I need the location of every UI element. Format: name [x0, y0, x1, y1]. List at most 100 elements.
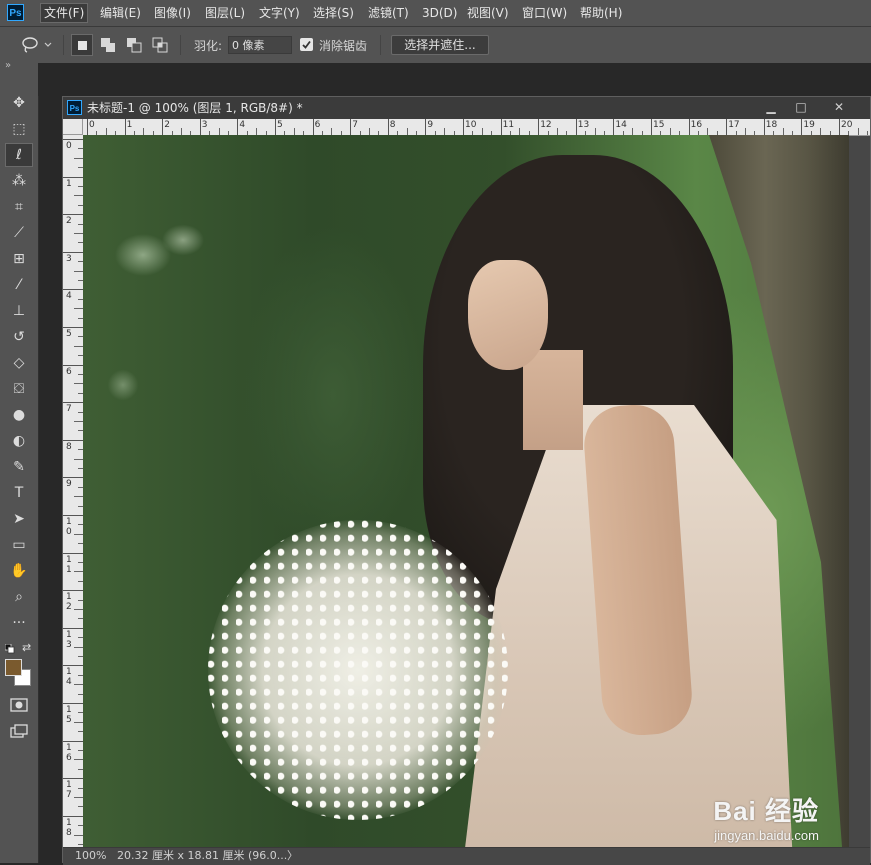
horizontal-ruler[interactable]: 0 1 2 3 4 5 6 7 8 9 10 11 12 13 14 15 16 17 18 19 20 — [83, 119, 870, 136]
subtract-from-selection-button[interactable] — [123, 34, 145, 56]
select-and-mask-button[interactable]: 选择并遮住... — [391, 35, 489, 55]
ruler-minor-tick — [74, 421, 83, 422]
ruler-origin[interactable] — [63, 119, 83, 135]
ruler-tick — [425, 119, 427, 135]
path-selection-tool-icon: ➤ — [13, 511, 25, 527]
status-menu-arrow-icon[interactable]: 〉 — [287, 848, 298, 864]
ruler-tick — [63, 327, 83, 328]
menu-edit[interactable]: 编辑(E) — [97, 4, 144, 22]
ruler-tick — [63, 251, 83, 253]
toolbar-expand-icon[interactable]: » — [5, 60, 11, 71]
image-canvas[interactable]: Bai 经验 jingyan.baidu.com — [83, 135, 849, 847]
intersect-selection-button[interactable] — [149, 34, 171, 56]
path-selection-tool[interactable]: ➤ — [5, 507, 33, 531]
hand-tool[interactable]: ✋ — [5, 559, 33, 583]
menu-select[interactable]: 选择(S) — [310, 4, 357, 22]
type-tool[interactable]: T — [5, 481, 33, 505]
ruler-minor-tick — [444, 128, 446, 135]
add-to-selection-button[interactable] — [97, 34, 119, 56]
ruler-tick — [575, 119, 577, 135]
menu-view[interactable]: 视图(V) — [464, 4, 512, 22]
ruler-minor-tick — [669, 128, 671, 135]
status-bar: 100% 20.32 厘米 x 18.81 厘米 (96.0... 〉 — [63, 847, 870, 865]
ruler-minor-tick — [74, 233, 83, 234]
document-tab[interactable]: Ps 未标题-1 @ 100% (图层 1, RGB/8#) * ▁ □ ✕ — [63, 97, 870, 119]
pen-tool[interactable]: ✎ — [5, 455, 33, 479]
ruler-label: 0 — [66, 141, 72, 151]
lasso-tool-icon: ℓ — [16, 147, 22, 163]
feather-input[interactable]: 0 像素 — [228, 36, 292, 54]
photo-subject-neck — [523, 350, 583, 450]
new-selection-button[interactable] — [71, 34, 93, 56]
photo-subject-face — [468, 260, 548, 370]
magic-wand-tool[interactable]: ⁂ — [5, 169, 33, 193]
brush-tool[interactable]: ⁄ — [5, 273, 33, 297]
history-brush-tool[interactable]: ↺ — [5, 325, 33, 349]
maximize-button[interactable]: □ — [790, 99, 812, 115]
ruler-tick — [87, 119, 88, 135]
close-button[interactable]: ✕ — [828, 99, 850, 115]
ruler-label: 7 — [66, 404, 72, 415]
clone-stamp-tool[interactable]: ⊥ — [5, 299, 33, 323]
options-bar: 羽化: 0 像素 消除锯齿 选择并遮住... — [0, 27, 871, 64]
ruler-label: 3 — [201, 120, 208, 130]
intersect-selection-icon — [152, 37, 168, 53]
zoom-tool[interactable]: ⌕ — [5, 585, 33, 609]
zoom-level[interactable]: 100% — [75, 848, 106, 864]
ruler-label: 6 — [314, 120, 321, 130]
hand-tool-icon: ✋ — [10, 563, 28, 579]
ruler-tick — [312, 119, 314, 135]
menu-help[interactable]: 帮助(H) — [577, 4, 625, 22]
menu-layer[interactable]: 图层(L) — [202, 4, 248, 22]
marquee-tool[interactable]: ⬚ — [5, 117, 33, 141]
minimize-button[interactable]: ▁ — [760, 99, 782, 115]
paint-bucket-tool[interactable]: ⛋ — [5, 377, 33, 401]
ruler-tick — [63, 552, 83, 554]
separator — [180, 35, 181, 55]
ruler-minor-tick — [406, 128, 408, 135]
menu-filter[interactable]: 滤镜(T) — [365, 4, 412, 22]
ruler-minor-tick — [745, 128, 746, 135]
subtract-selection-icon — [127, 38, 142, 53]
menu-window[interactable]: 窗口(W) — [519, 4, 570, 22]
screen-mode-button[interactable] — [5, 719, 33, 743]
ruler-minor-tick — [481, 128, 483, 135]
ruler-tick — [162, 119, 164, 135]
menu-3d[interactable]: 3D(D) — [419, 4, 460, 22]
swap-colors-icon[interactable]: ⇄ — [22, 641, 31, 654]
ruler-label: 15 — [653, 120, 665, 130]
menu-image[interactable]: 图像(I) — [151, 4, 194, 22]
ruler-minor-tick — [74, 571, 83, 573]
new-selection-icon — [78, 41, 87, 50]
ruler-tick — [63, 214, 83, 216]
eraser-tool[interactable]: ◇ — [5, 351, 33, 375]
ruler-label: 12 — [66, 592, 72, 613]
crop-tool[interactable]: ⌗ — [5, 195, 33, 219]
rectangle-tool[interactable]: ▭ — [5, 533, 33, 557]
ruler-minor-tick — [74, 609, 83, 610]
clone-stamp-tool-icon: ⊥ — [12, 303, 26, 319]
ruler-tick — [63, 515, 83, 516]
menu-file[interactable]: 文件(F) — [40, 3, 89, 23]
dodge-tool[interactable]: ◐ — [5, 429, 33, 453]
foreground-color-swatch[interactable] — [5, 659, 22, 676]
vertical-ruler[interactable]: 0 1 2 3 4 5 6 7 8 9 10 11 12 13 14 15 16 17 18 — [63, 135, 84, 847]
ruler-minor-tick — [594, 128, 596, 135]
antialias-checkbox[interactable] — [300, 38, 313, 51]
ruler-label: 6 — [66, 366, 72, 377]
lasso-tool[interactable]: ℓ — [5, 143, 33, 167]
ruler-tick — [463, 119, 464, 135]
blur-tool[interactable]: ● — [5, 403, 33, 427]
ruler-label: 16 — [690, 120, 703, 130]
eyedropper-tool[interactable]: ⟋ — [5, 221, 33, 245]
ruler-label: 15 — [66, 705, 72, 725]
default-colors-icon[interactable] — [4, 643, 15, 654]
healing-brush-tool[interactable]: ⊞ — [5, 247, 33, 271]
ruler-minor-tick — [867, 131, 869, 135]
quick-mask-button[interactable] — [5, 693, 33, 717]
lasso-preset-picker[interactable] — [18, 35, 58, 55]
edit-toolbar[interactable]: ··· — [5, 611, 33, 635]
menu-type[interactable]: 文字(Y) — [256, 4, 303, 22]
move-tool[interactable]: ✥ — [5, 91, 33, 115]
ruler-tick — [63, 289, 83, 291]
